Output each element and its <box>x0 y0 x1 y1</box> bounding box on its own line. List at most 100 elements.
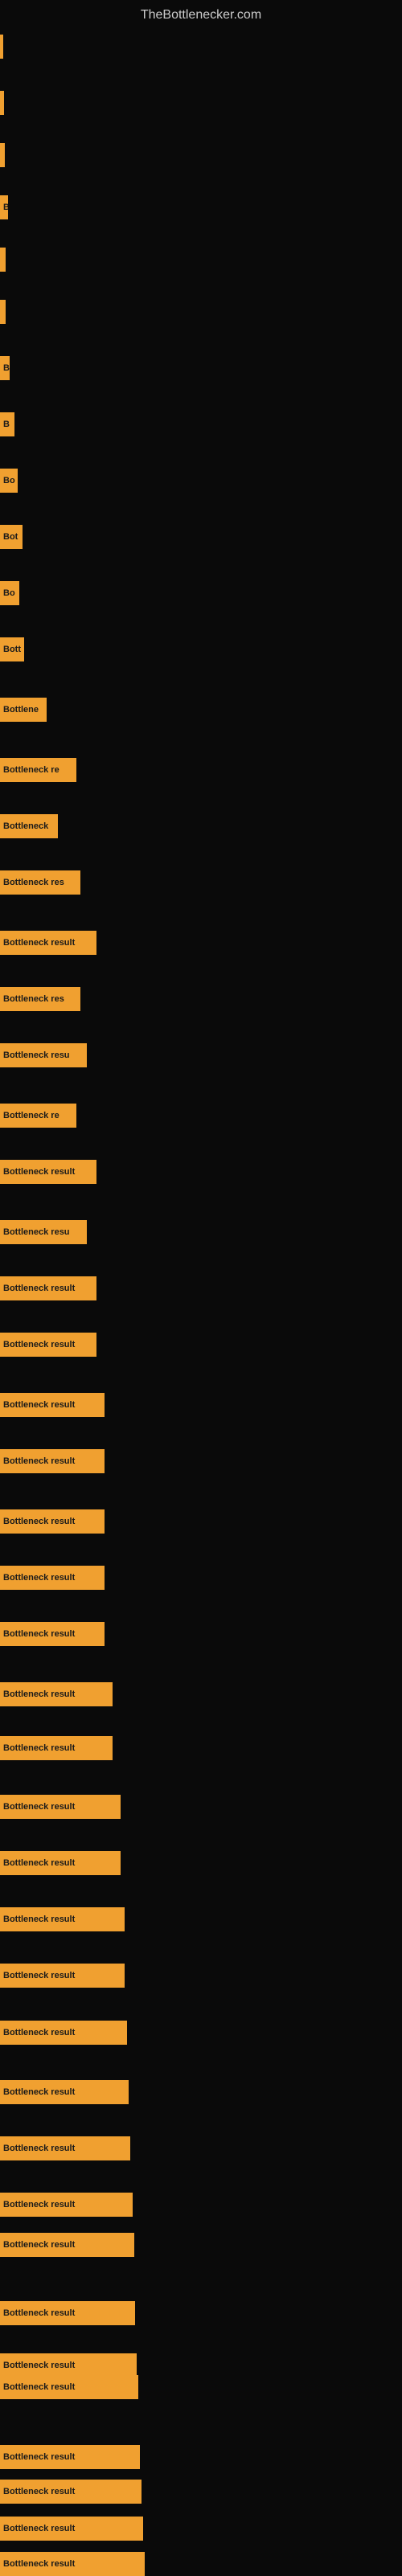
bar: Bottleneck resu <box>0 1220 87 1244</box>
bar: Bottleneck result <box>0 1333 96 1357</box>
bar: Bottleneck result <box>0 2021 127 2045</box>
bar-item: Bott <box>0 637 402 661</box>
bar-item: Bottlene <box>0 698 402 722</box>
bar-chart: B B B Bo Bot Bo Bott Bottlene Bottleneck re Bottl… <box>0 35 402 2558</box>
bar-item: Bottleneck result <box>0 1907 402 1931</box>
bar: Bottleneck result <box>0 931 96 955</box>
bar-item <box>0 300 402 324</box>
bar-item: Bottleneck result <box>0 1682 402 1706</box>
bar <box>0 35 3 59</box>
page-wrapper: TheBottlenecker.com BBBBoBotBoBottBottle… <box>0 0 402 2558</box>
bar-item: Bottleneck result <box>0 2517 402 2541</box>
bar-label: Bottleneck result <box>3 2028 75 2037</box>
bar-label: Bottleneck resu <box>3 1050 70 1060</box>
bar-label: Bottleneck result <box>3 1340 75 1349</box>
bar-item: Bottleneck result <box>0 1964 402 1988</box>
bar-item: Bottleneck result <box>0 2353 402 2377</box>
bar: Bottleneck result <box>0 1393 105 1417</box>
bar-item: Bottleneck result <box>0 2233 402 2257</box>
bar-label: Bottleneck result <box>3 1689 75 1699</box>
bar-label: B <box>3 420 10 429</box>
bar: Bottleneck result <box>0 2353 137 2377</box>
bar: Bottleneck result <box>0 1449 105 1473</box>
bar-item: Bottleneck result <box>0 2136 402 2160</box>
bar-item: Bottleneck result <box>0 2445 402 2469</box>
bar-label: Bottleneck result <box>3 938 75 948</box>
bar: Bottleneck result <box>0 2445 140 2469</box>
bar <box>0 143 5 167</box>
bar: Bottleneck res <box>0 987 80 1011</box>
bar: Bottleneck re <box>0 758 76 782</box>
bar-label: Bottleneck re <box>3 765 59 775</box>
bar-label: Bottleneck result <box>3 1629 75 1639</box>
bar: Bo <box>0 469 18 493</box>
bar-item: Bottleneck result <box>0 2552 402 2576</box>
bar-item: Bottleneck re <box>0 1104 402 1128</box>
bar-label: Bottleneck result <box>3 2308 75 2318</box>
bar-label: Bottlene <box>3 705 39 715</box>
bar-label: Bottleneck result <box>3 2452 75 2462</box>
bar: Bottleneck result <box>0 2517 143 2541</box>
bar: Bott <box>0 637 24 661</box>
bar-item: Bottleneck result <box>0 1851 402 1875</box>
bar-item: Bottleneck result <box>0 2193 402 2217</box>
bar: Bottleneck result <box>0 1907 125 1931</box>
bar: Bottleneck result <box>0 2080 129 2104</box>
bar-item: Bottleneck result <box>0 2021 402 2045</box>
bar-label: Bottleneck result <box>3 1743 75 1753</box>
bar: Bottleneck result <box>0 1851 121 1875</box>
bar: B <box>0 356 10 380</box>
bar-label: Bottleneck result <box>3 1517 75 1526</box>
bar: Bottleneck result <box>0 2480 142 2504</box>
bar-label: Bottleneck result <box>3 1284 75 1293</box>
bar: Bottleneck result <box>0 2375 138 2399</box>
bar: Bottleneck result <box>0 2552 145 2576</box>
bar-item: Bottleneck result <box>0 1449 402 1473</box>
bar-item: Bottleneck result <box>0 1736 402 1760</box>
bar: Bottleneck result <box>0 1736 113 1760</box>
bar-label: Bottleneck result <box>3 1802 75 1812</box>
bar-label: Bottleneck re <box>3 1111 59 1120</box>
bar-item <box>0 35 402 59</box>
bar: Bottleneck result <box>0 1622 105 1646</box>
bar: Bottleneck result <box>0 2193 133 2217</box>
bar-item: Bottleneck result <box>0 1333 402 1357</box>
bar-item: Bottleneck <box>0 814 402 838</box>
bar-label: Bottleneck result <box>3 2382 75 2392</box>
bar-label: Bott <box>3 645 21 654</box>
bar: Bottleneck result <box>0 1160 96 1184</box>
bar-label: Bottleneck <box>3 821 48 831</box>
bar-label: Bottleneck result <box>3 1915 75 1924</box>
bar-item: Bottleneck result <box>0 1622 402 1646</box>
bar-item <box>0 248 402 272</box>
bar-item: Bottleneck result <box>0 1393 402 1417</box>
bar-label: Bo <box>3 588 15 598</box>
bar-item <box>0 91 402 115</box>
bar: Bot <box>0 525 23 549</box>
bar: B <box>0 195 8 219</box>
bar-label: B <box>3 363 10 373</box>
bar-item: Bottleneck result <box>0 2480 402 2504</box>
bar-item: B <box>0 356 402 380</box>
bar: Bottleneck res <box>0 870 80 895</box>
bar-item: Bottleneck result <box>0 1276 402 1300</box>
bar-item: Bottleneck result <box>0 1160 402 1184</box>
bar: Bottleneck resu <box>0 1043 87 1067</box>
bar: Bottleneck result <box>0 2301 135 2325</box>
bar-item <box>0 143 402 167</box>
bar-item: Bo <box>0 581 402 605</box>
bar-item: Bottleneck result <box>0 1509 402 1534</box>
bar <box>0 91 4 115</box>
bar-label: B <box>3 203 8 212</box>
bar-item: B <box>0 195 402 219</box>
bar-label: Bottleneck result <box>3 2087 75 2097</box>
bar <box>0 300 6 324</box>
bar: Bottleneck result <box>0 1276 96 1300</box>
bar-label: Bottleneck result <box>3 2524 75 2533</box>
bar-item: Bottleneck result <box>0 2301 402 2325</box>
bar <box>0 248 6 272</box>
bar-label: Bottleneck resu <box>3 1227 70 1237</box>
bar: Bottleneck result <box>0 1566 105 1590</box>
bar-label: Bottleneck res <box>3 994 64 1004</box>
bar-item: Bottleneck result <box>0 2080 402 2104</box>
